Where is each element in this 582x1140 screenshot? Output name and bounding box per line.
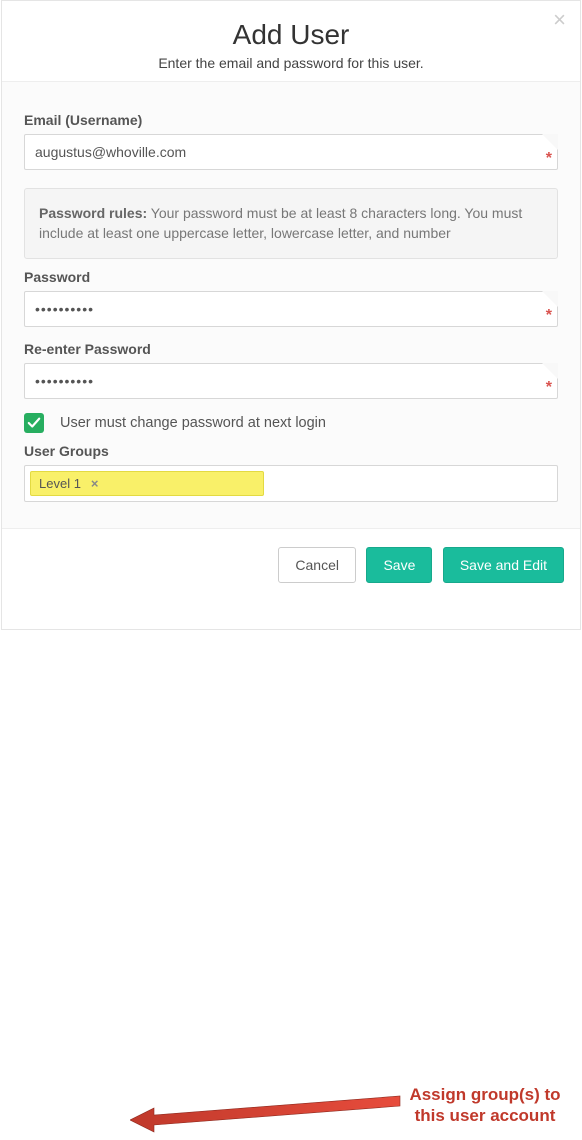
change-password-checkbox[interactable] xyxy=(24,413,44,433)
password-rules-label: Password rules: xyxy=(39,205,147,221)
cancel-button[interactable]: Cancel xyxy=(278,547,356,583)
save-and-edit-button[interactable]: Save and Edit xyxy=(443,547,564,583)
modal-header: × Add User Enter the email and password … xyxy=(2,1,580,81)
close-button[interactable]: × xyxy=(553,9,566,31)
email-input-wrap: * xyxy=(24,134,558,170)
check-icon xyxy=(27,416,41,430)
password-label: Password xyxy=(24,269,558,285)
reenter-password-input-wrap: * xyxy=(24,363,558,399)
change-password-checkbox-row: User must change password at next login xyxy=(24,413,558,433)
modal-footer: Cancel Save Save and Edit xyxy=(2,529,580,601)
group-tag-label: Level 1 xyxy=(39,476,81,491)
email-input[interactable] xyxy=(24,134,558,170)
annotation-arrow-icon xyxy=(130,1090,410,1140)
group-tag: Level 1 × xyxy=(30,471,264,496)
change-password-checkbox-label: User must change password at next login xyxy=(60,415,326,431)
user-groups-label: User Groups xyxy=(24,443,558,459)
reenter-password-label: Re-enter Password xyxy=(24,341,558,357)
user-groups-input[interactable]: Level 1 × xyxy=(24,465,558,502)
remove-tag-icon[interactable]: × xyxy=(91,476,99,491)
modal-subtitle: Enter the email and password for this us… xyxy=(18,55,564,71)
password-input[interactable] xyxy=(24,291,558,327)
annotation-text: Assign group(s) to this user account xyxy=(395,1084,575,1127)
reenter-password-input[interactable] xyxy=(24,363,558,399)
email-label: Email (Username) xyxy=(24,112,558,128)
save-button[interactable]: Save xyxy=(366,547,432,583)
add-user-modal: × Add User Enter the email and password … xyxy=(1,0,581,630)
password-rules-box: Password rules: Your password must be at… xyxy=(24,188,558,259)
modal-title: Add User xyxy=(18,19,564,51)
form-body: Email (Username) * Password rules: Your … xyxy=(2,81,580,529)
password-input-wrap: * xyxy=(24,291,558,327)
